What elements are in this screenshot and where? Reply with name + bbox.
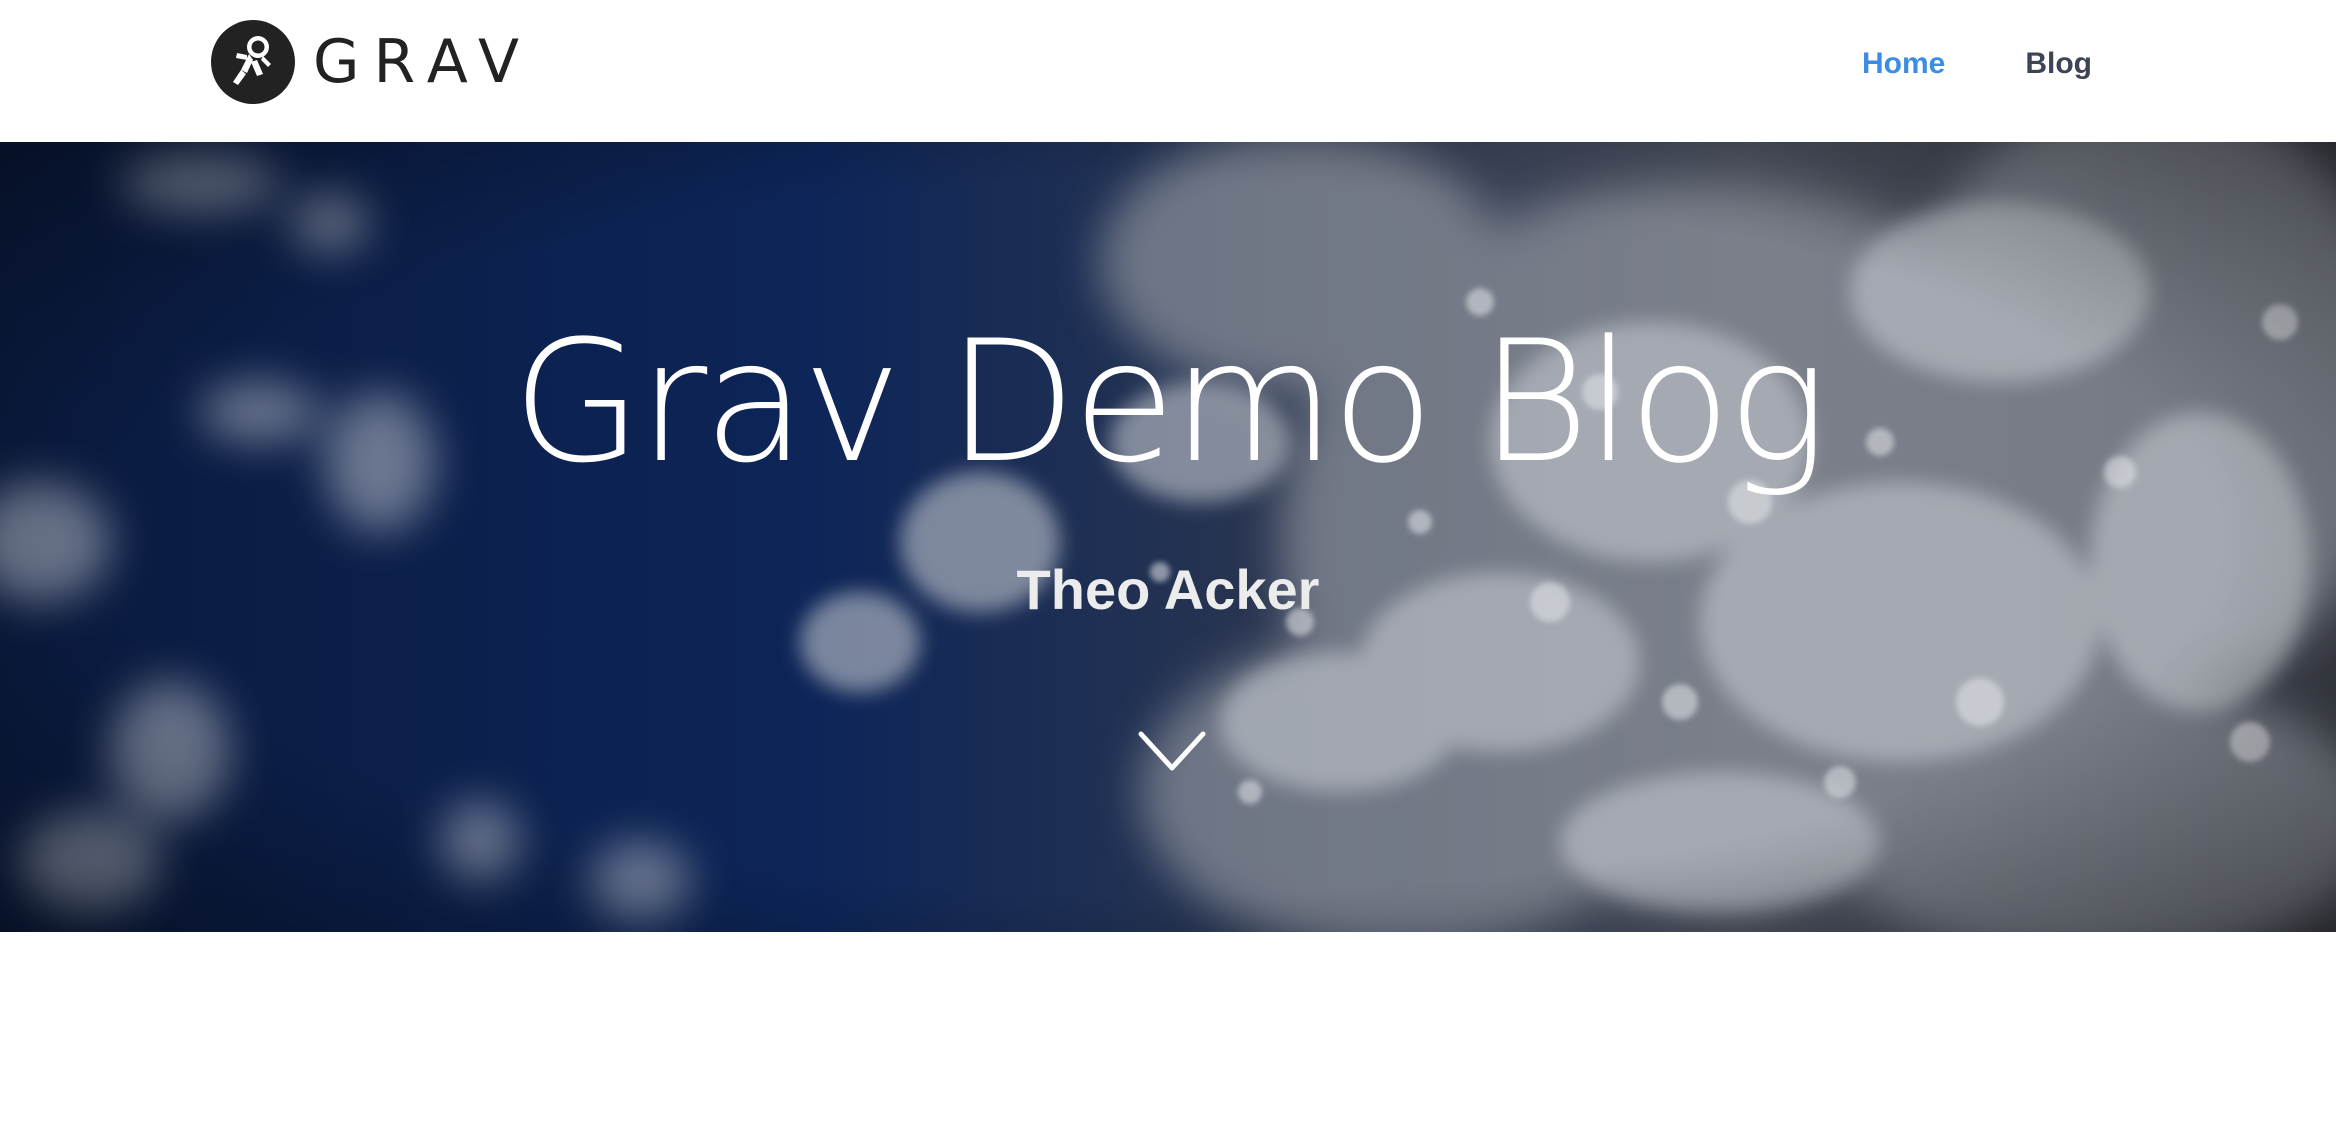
site-logo[interactable]: GRAV	[211, 19, 533, 105]
chevron-down-icon[interactable]	[1138, 730, 1206, 774]
main-nav: Home Blog	[1862, 38, 2092, 90]
hero-title: Grav Demo Blog	[512, 304, 1828, 500]
astronaut-icon	[211, 20, 295, 104]
hero-section: Grav Demo Blog Theo Acker	[0, 142, 2336, 932]
nav-item-home[interactable]: Home	[1862, 38, 1945, 90]
logo-text: GRAV	[313, 27, 534, 97]
nav-item-blog[interactable]: Blog	[2025, 38, 2092, 90]
hero-background-image	[0, 142, 2336, 932]
site-header: GRAV Home Blog	[0, 0, 2336, 142]
hero-subtitle: Theo Acker	[1016, 558, 1320, 621]
